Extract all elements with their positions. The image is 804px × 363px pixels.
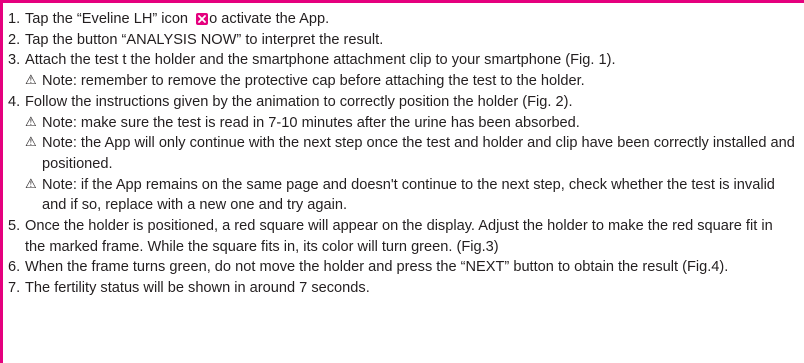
step-4-note-1: ⚠ Note: make sure the test is read in 7-1… [8,113,796,134]
step-7: 7. The fertility status will be shown in … [8,278,796,299]
step-number: 7. [8,280,21,297]
warning-triangle-icon: ⚠ [25,114,37,130]
step-number: 6. [8,259,21,276]
step-3: 3. Attach the test t the holder and the s… [8,50,796,71]
step-number: 4. [8,93,21,110]
step-6: 6. When the frame turns green, do not mov… [8,257,796,278]
step-number: 2. [8,31,21,48]
note-text: Note: if the App remains on the same pag… [42,176,775,214]
step-text: Once the holder is positioned, a red squ… [25,218,773,255]
step-5: 5. Once the holder is positioned, a red s… [8,216,796,257]
step-3-note-1: ⚠ Note: remember to remove the protective… [8,71,796,92]
warning-triangle-icon: ⚠ [25,176,37,192]
warning-triangle-icon: ⚠ [25,135,37,151]
step-text-continued: o activate the App. [209,11,330,27]
step-4: 4. Follow the instructions given by the a… [8,92,796,113]
step-number: 3. [8,52,21,69]
warning-triangle-icon: ⚠ [25,73,37,89]
step-1: 1. Tap the “Eveline LH” icon o activate t… [8,9,796,30]
step-text: Tap the “Eveline LH” icon [25,11,193,27]
step-2: 2. Tap the button “ANALYSIS NOW” to inter… [8,30,796,51]
instructions-list: 1. Tap the “Eveline LH” icon o activate t… [3,3,804,363]
note-text: Note: the App will only continue with th… [42,135,795,172]
eveline-app-icon [196,13,209,25]
step-number: 1. [8,11,21,27]
step-text: Tap the button “ANALYSIS NOW” to interpr… [25,31,384,48]
step-number: 5. [8,218,21,235]
step-text: Follow the instructions given by the ani… [25,93,573,110]
step-text: The fertility status will be shown in ar… [25,280,370,297]
step-4-note-3: ⚠ Note: if the App remains on the same pa… [8,175,796,216]
note-text: Note: make sure the test is read in 7-10… [42,114,580,131]
step-text: Attach the test t the holder and the sma… [25,52,616,69]
step-text: When the frame turns green, do not move … [25,259,729,276]
note-text: Note: remember to remove the protective … [42,73,585,90]
step-4-note-2: ⚠ Note: the App will only continue with t… [8,133,796,174]
